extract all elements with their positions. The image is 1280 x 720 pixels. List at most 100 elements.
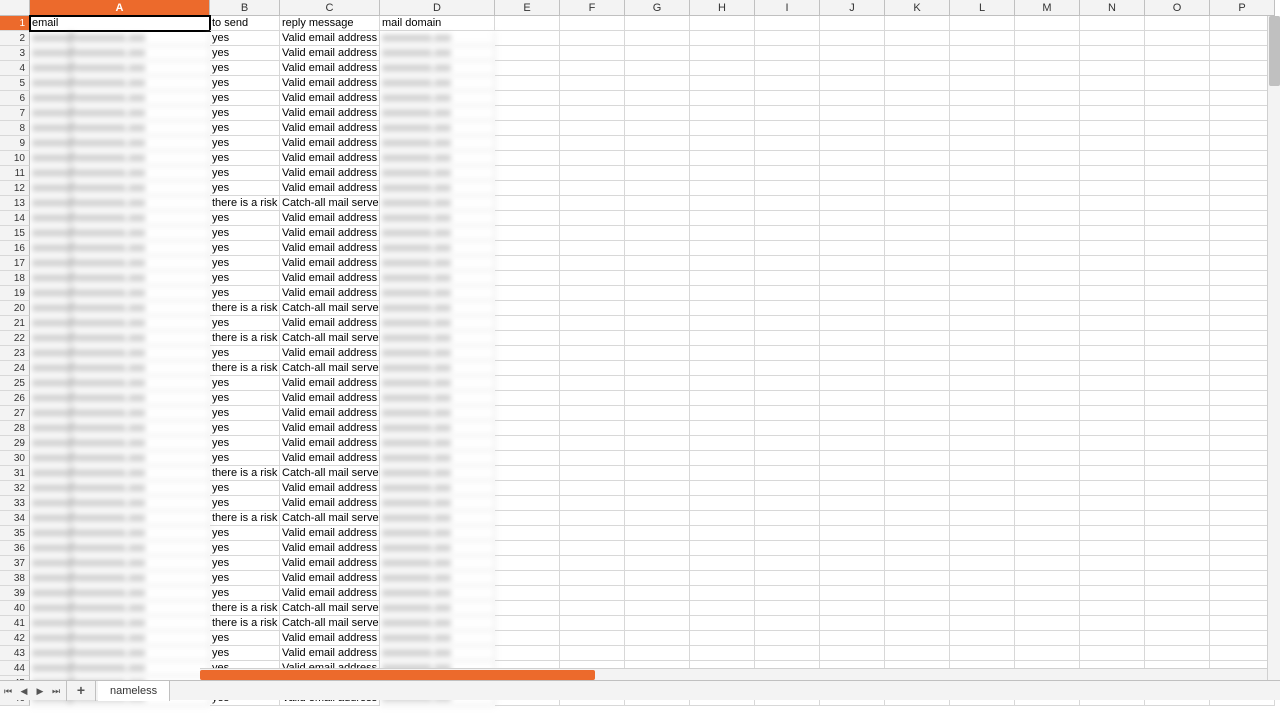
cell-B1[interactable]: to send [210,16,280,31]
cell-empty[interactable] [1015,181,1080,196]
cell-empty[interactable] [625,556,690,571]
cell-empty[interactable] [495,466,560,481]
cell-D2[interactable]: xxxxxxxxx.xxx [380,31,495,46]
cell-empty[interactable] [885,541,950,556]
cell-empty[interactable] [560,106,625,121]
col-header-A[interactable]: A [30,0,210,16]
cell-empty[interactable] [820,241,885,256]
cell-empty[interactable] [690,541,755,556]
row-header-29[interactable]: 29 [0,436,30,451]
cell-empty[interactable] [1210,241,1275,256]
cell-empty[interactable] [1145,106,1210,121]
cell-empty[interactable] [1210,436,1275,451]
cell-empty[interactable] [560,346,625,361]
cell-empty[interactable] [1210,76,1275,91]
cell-C18[interactable]: Valid email address [280,271,380,286]
cell-empty[interactable] [560,586,625,601]
cell-empty[interactable] [690,571,755,586]
cell-C40[interactable]: Catch-all mail server [280,601,380,616]
cell-A19[interactable]: xxxxxx@xxxxxxxxx.xxx [30,286,210,301]
cell-empty[interactable] [495,481,560,496]
cell-B35[interactable]: yes [210,526,280,541]
cell-B9[interactable]: yes [210,136,280,151]
cell-empty[interactable] [1015,136,1080,151]
cell-empty[interactable] [1145,481,1210,496]
cell-empty[interactable] [755,421,820,436]
cell-empty[interactable] [950,46,1015,61]
cell-empty[interactable] [1210,556,1275,571]
cell-empty[interactable] [1015,466,1080,481]
cell-D9[interactable]: xxxxxxxxx.xxx [380,136,495,151]
cell-empty[interactable] [690,586,755,601]
cell-D25[interactable]: xxxxxxxxx.xxx [380,376,495,391]
cell-B38[interactable]: yes [210,571,280,586]
cell-empty[interactable] [495,166,560,181]
cell-empty[interactable] [1210,586,1275,601]
cell-empty[interactable] [950,316,1015,331]
cell-empty[interactable] [495,601,560,616]
cell-empty[interactable] [625,211,690,226]
cell-empty[interactable] [690,466,755,481]
cell-D18[interactable]: xxxxxxxxx.xxx [380,271,495,286]
row-header-26[interactable]: 26 [0,391,30,406]
cell-empty[interactable] [495,646,560,661]
cell-empty[interactable] [1145,91,1210,106]
cell-empty[interactable] [1210,646,1275,661]
cell-empty[interactable] [820,16,885,31]
cell-empty[interactable] [1015,526,1080,541]
cell-empty[interactable] [1145,61,1210,76]
cell-empty[interactable] [820,451,885,466]
cell-empty[interactable] [1015,106,1080,121]
cell-empty[interactable] [755,136,820,151]
cell-empty[interactable] [625,316,690,331]
cell-empty[interactable] [560,91,625,106]
cell-empty[interactable] [560,481,625,496]
cell-empty[interactable] [885,391,950,406]
cell-empty[interactable] [820,466,885,481]
cell-empty[interactable] [690,151,755,166]
cell-empty[interactable] [950,586,1015,601]
cell-empty[interactable] [755,166,820,181]
cell-empty[interactable] [755,331,820,346]
tab-nav-first[interactable]: ⏮ [1,684,15,698]
cell-empty[interactable] [950,151,1015,166]
cell-empty[interactable] [1015,361,1080,376]
row-header-4[interactable]: 4 [0,61,30,76]
cell-D33[interactable]: xxxxxxxxx.xxx [380,496,495,511]
cell-empty[interactable] [885,61,950,76]
cell-empty[interactable] [690,286,755,301]
cell-A21[interactable]: xxxxxx@xxxxxxxxx.xxx [30,316,210,331]
cell-empty[interactable] [885,76,950,91]
cell-B40[interactable]: there is a risk [210,601,280,616]
cell-B22[interactable]: there is a risk [210,331,280,346]
cell-empty[interactable] [755,91,820,106]
cell-empty[interactable] [1210,271,1275,286]
cell-empty[interactable] [1080,571,1145,586]
cell-empty[interactable] [950,601,1015,616]
cell-empty[interactable] [560,421,625,436]
cell-empty[interactable] [1015,16,1080,31]
cell-empty[interactable] [1015,451,1080,466]
cell-empty[interactable] [1080,631,1145,646]
cell-empty[interactable] [690,376,755,391]
cell-B17[interactable]: yes [210,256,280,271]
cell-empty[interactable] [690,526,755,541]
cell-empty[interactable] [820,301,885,316]
cell-empty[interactable] [1015,511,1080,526]
cell-empty[interactable] [560,76,625,91]
cell-A44[interactable]: xxxxxx@xxxxxxxxx.xxx [30,661,210,676]
cell-empty[interactable] [820,601,885,616]
cell-empty[interactable] [885,196,950,211]
cell-A26[interactable]: xxxxxx@xxxxxxxxx.xxx [30,391,210,406]
cell-empty[interactable] [950,256,1015,271]
row-header-36[interactable]: 36 [0,541,30,556]
cell-D24[interactable]: xxxxxxxxx.xxx [380,361,495,376]
cell-empty[interactable] [1210,166,1275,181]
row-header-19[interactable]: 19 [0,286,30,301]
col-header-J[interactable]: J [820,0,885,16]
cell-A42[interactable]: xxxxxx@xxxxxxxxx.xxx [30,631,210,646]
cell-empty[interactable] [820,346,885,361]
cell-empty[interactable] [755,211,820,226]
row-header-2[interactable]: 2 [0,31,30,46]
row-header-18[interactable]: 18 [0,271,30,286]
